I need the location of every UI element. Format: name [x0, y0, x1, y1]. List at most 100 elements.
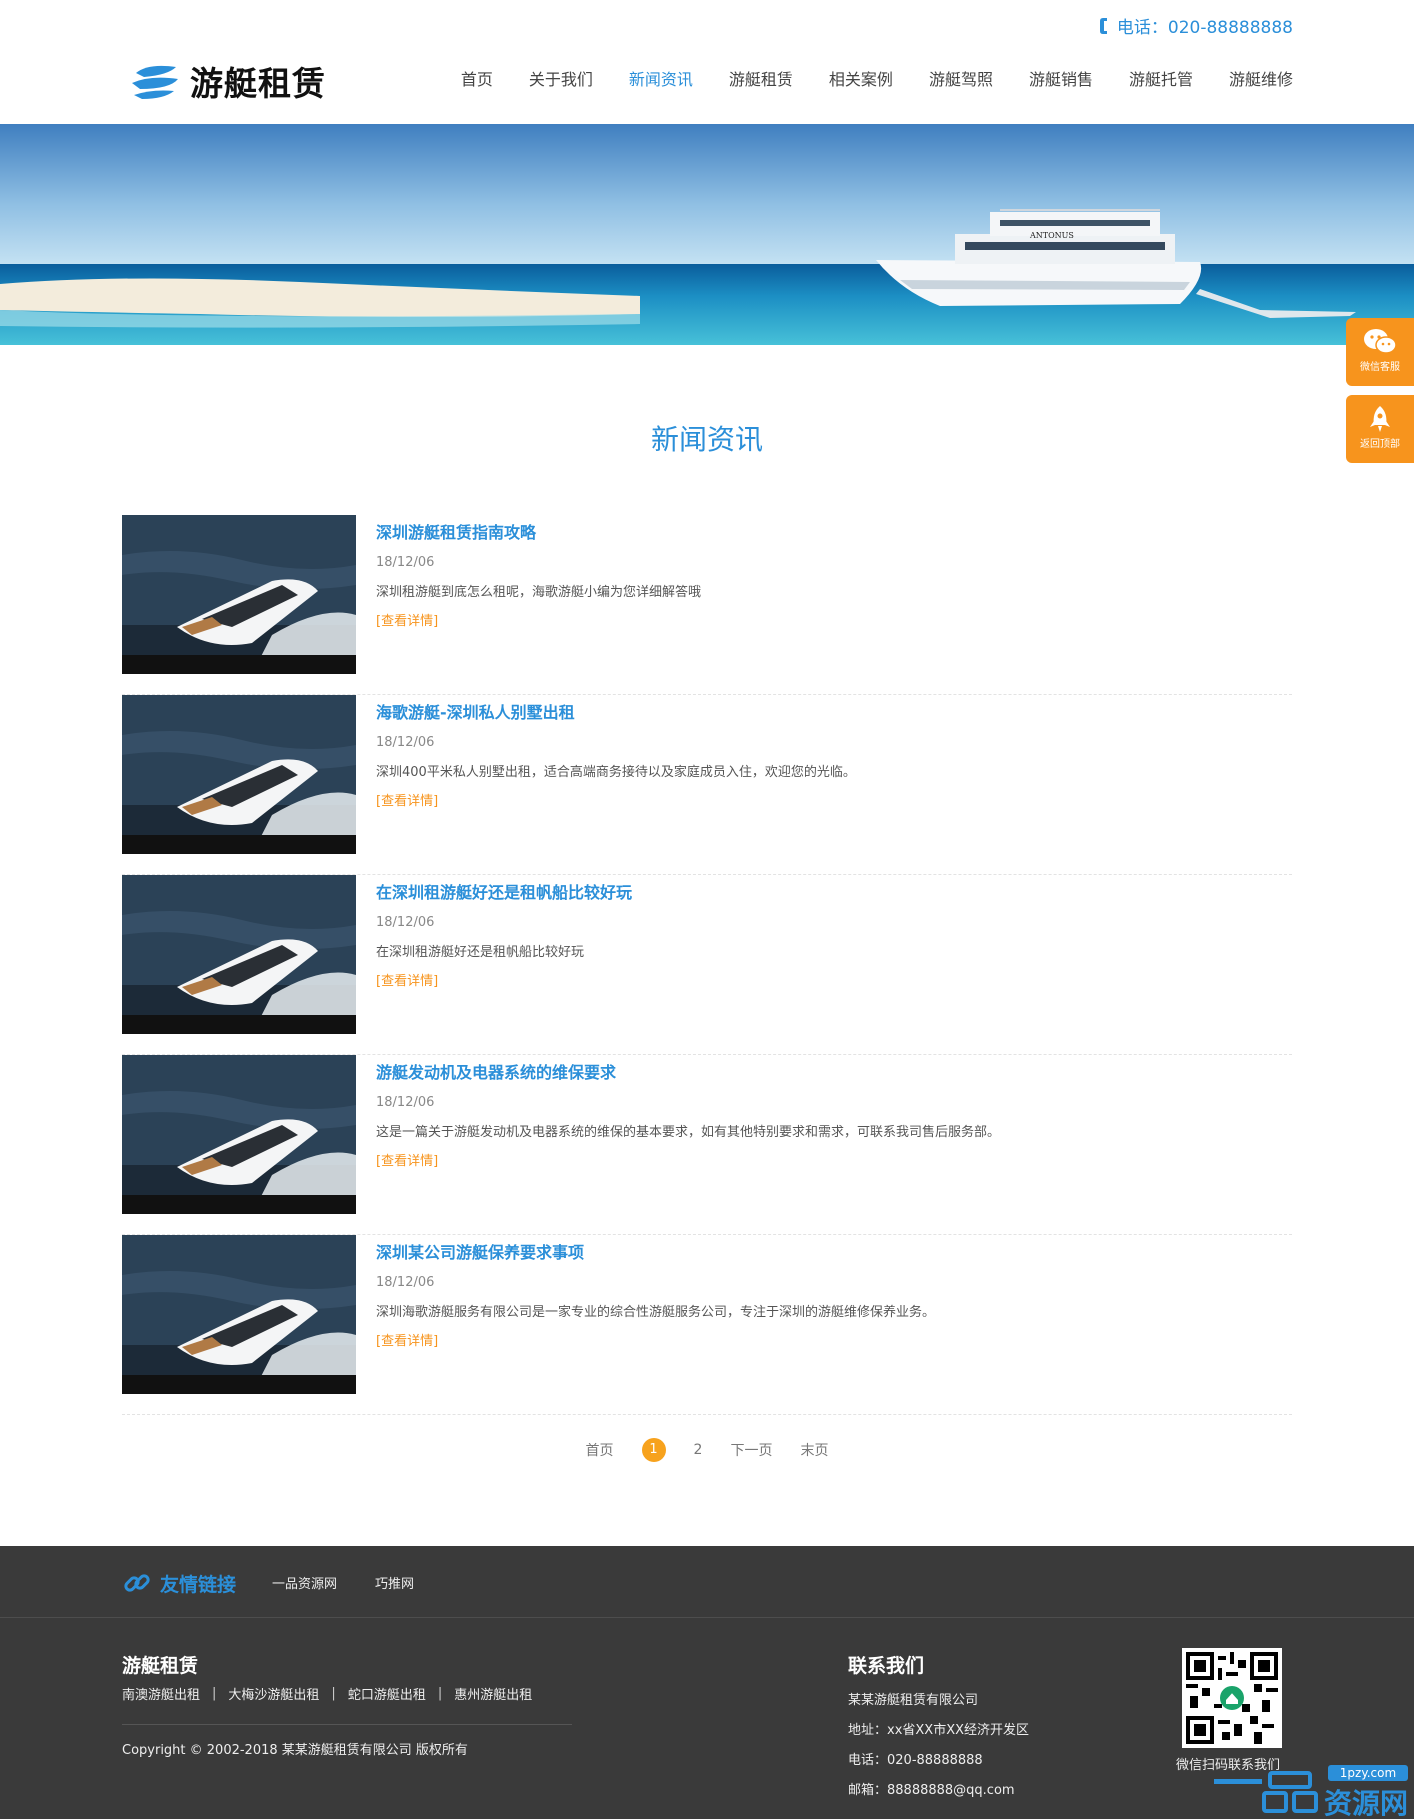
watermark-domain: 1pzy.com: [1340, 1766, 1396, 1780]
friend-links-label: 友情链接: [160, 1573, 237, 1596]
contact-title: 联系我们: [848, 1655, 925, 1677]
nav-item-rental[interactable]: 游艇租赁: [729, 66, 793, 90]
read-more-link[interactable]: [查看详情]: [376, 970, 438, 989]
footer-city-link[interactable]: 惠州游艇出租: [454, 1684, 532, 1703]
news-title-link[interactable]: 游艇发动机及电器系统的维保要求: [376, 1059, 1000, 1083]
page-current[interactable]: 1: [641, 1438, 666, 1462]
read-more-link[interactable]: [查看详情]: [376, 1150, 438, 1169]
friend-links-bar: 友情链接 一品资源网 巧推网: [0, 1546, 1414, 1618]
news-thumbnail[interactable]: [122, 1235, 356, 1394]
phone-icon: [1099, 17, 1107, 34]
news-item: 深圳游艇租赁指南攻略 18/12/06 深圳租游艇到底怎么租呢，海歌游艇小编为您…: [122, 515, 1292, 695]
news-title-link[interactable]: 在深圳租游艇好还是租帆船比较好玩: [376, 879, 632, 903]
read-more-link[interactable]: [查看详情]: [376, 790, 438, 809]
wechat-icon: [1364, 329, 1397, 354]
news-list: 深圳游艇租赁指南攻略 18/12/06 深圳租游艇到底怎么租呢，海歌游艇小编为您…: [122, 515, 1292, 1415]
news-title-link[interactable]: 海歌游艇-深圳私人别墅出租: [376, 699, 856, 723]
news-date: 18/12/06: [376, 915, 435, 930]
news-item: 在深圳租游艇好还是租帆船比较好玩 18/12/06 在深圳租游艇好还是租帆船比较…: [122, 875, 1292, 1055]
nav-item-home[interactable]: 首页: [461, 66, 493, 90]
news-date: 18/12/06: [376, 735, 435, 750]
friend-links-list: 一品资源网 巧推网: [272, 1573, 414, 1592]
nav-item-repair[interactable]: 游艇维修: [1229, 66, 1293, 90]
main-nav: 首页 关于我们 新闻资讯 游艇租赁 相关案例 游艇驾照 游艇销售 游艇托管 游艇…: [425, 66, 1293, 90]
wechat-service-button[interactable]: 微信客服: [1346, 318, 1414, 386]
watermark-text: 资源网: [1324, 1787, 1408, 1819]
yacht-photo: [122, 515, 356, 674]
logo-text: 游艇租赁: [190, 64, 326, 103]
page-next-link[interactable]: 下一页: [730, 1440, 772, 1460]
read-more-link[interactable]: [查看详情]: [376, 610, 438, 629]
yacht-photo: [122, 695, 356, 854]
nav-item-sales[interactable]: 游艇销售: [1029, 66, 1093, 90]
logo-wave-icon: [132, 65, 178, 99]
watermark-logo: 1pzy.com 资源网: [1214, 1765, 1408, 1819]
nav-item-news[interactable]: 新闻资讯: [629, 66, 693, 90]
news-body: 海歌游艇-深圳私人别墅出租 18/12/06 深圳400平米私人别墅出租，适合高…: [376, 699, 856, 809]
footer-separator: |: [437, 1686, 443, 1701]
page-title: 新闻资讯: [650, 423, 763, 456]
news-body: 游艇发动机及电器系统的维保要求 18/12/06 这是一篇关于游艇发动机及电器系…: [376, 1059, 1000, 1169]
news-item: 海歌游艇-深圳私人别墅出租 18/12/06 深圳400平米私人别墅出租，适合高…: [122, 695, 1292, 875]
yacht-photo: [122, 875, 356, 1034]
news-item: 深圳某公司游艇保养要求事项 18/12/06 深圳海歌游艇服务有限公司是一家专业…: [122, 1235, 1292, 1415]
phone-text: 电话：020-88888888: [1116, 18, 1293, 38]
footer-separator: |: [331, 1686, 336, 1701]
page-2-link[interactable]: 2: [694, 1442, 703, 1458]
news-thumbnail[interactable]: [122, 695, 356, 854]
header-phone: 电话：020-88888888: [1099, 13, 1293, 38]
news-date: 18/12/06: [376, 1275, 435, 1290]
nav-item-about[interactable]: 关于我们: [529, 66, 593, 90]
banner-boat-name: ANTONUS: [1029, 231, 1074, 240]
footer-city-link[interactable]: 大梅沙游艇出租: [228, 1684, 319, 1703]
news-date: 18/12/06: [376, 555, 435, 570]
news-summary: 深圳租游艇到底怎么租呢，海歌游艇小编为您详细解答哦: [376, 585, 702, 600]
news-date: 18/12/06: [376, 1095, 435, 1110]
footer-separator: |: [212, 1686, 217, 1701]
read-more-link[interactable]: [查看详情]: [376, 1330, 438, 1349]
footer-brand: 游艇租赁: [122, 1655, 199, 1677]
hero-banner: ANTONUS: [0, 124, 1414, 345]
footer-city-links: 南澳游艇出租 | 大梅沙游艇出租 | 蛇口游艇出租 | 惠州游艇出租: [122, 1684, 532, 1703]
nav-item-cases[interactable]: 相关案例: [829, 66, 893, 90]
news-thumbnail[interactable]: [122, 515, 356, 674]
contact-tel: 电话：020-88888888: [848, 1753, 983, 1768]
news-summary: 深圳400平米私人别墅出租，适合高端商务接待以及家庭成员入住，欢迎您的光临。: [376, 765, 856, 780]
news-title-link[interactable]: 深圳某公司游艇保养要求事项: [376, 1239, 935, 1263]
footer-divider: [122, 1724, 572, 1725]
contact-email: 邮箱：88888888@qq.com: [848, 1783, 1015, 1798]
nav-item-license[interactable]: 游艇驾照: [929, 66, 993, 90]
news-body: 在深圳租游艇好还是租帆船比较好玩 18/12/06 在深圳租游艇好还是租帆船比较…: [376, 879, 632, 989]
qr-code-icon: [1186, 1652, 1278, 1744]
footer-city-link[interactable]: 南澳游艇出租: [122, 1684, 200, 1703]
news-thumbnail[interactable]: [122, 1055, 356, 1214]
banner-image: ANTONUS: [0, 124, 1414, 345]
friend-links-title: 友情链接: [122, 1568, 236, 1598]
footer-city-link[interactable]: 蛇口游艇出租: [348, 1684, 426, 1703]
yacht-photo: [122, 1235, 356, 1394]
news-item: 游艇发动机及电器系统的维保要求 18/12/06 这是一篇关于游艇发动机及电器系…: [122, 1055, 1292, 1235]
contact-address: 地址：xx省XX市XX经济开发区: [848, 1723, 1030, 1738]
footer-copyright: Copyright © 2002-2018 某某游艇租赁有限公司 版权所有: [122, 1743, 468, 1758]
footer-contact: 联系我们 某某游艇租赁有限公司 地址：xx省XX市XX经济开发区 电话：020-…: [848, 1651, 1029, 1806]
site-header: 电话：020-88888888 游艇租赁 首页 关于我们 新闻资讯 游艇租赁 相…: [0, 0, 1414, 124]
friend-link[interactable]: 一品资源网: [272, 1573, 337, 1592]
news-summary: 这是一篇关于游艇发动机及电器系统的维保的基本要求，如有其他特别要求和需求，可联系…: [376, 1125, 1001, 1140]
site-logo[interactable]: 游艇租赁: [130, 57, 326, 105]
page-last-link[interactable]: 末页: [800, 1440, 828, 1460]
news-body: 深圳游艇租赁指南攻略 18/12/06 深圳租游艇到底怎么租呢，海歌游艇小编为您…: [376, 519, 701, 629]
news-title-link[interactable]: 深圳游艇租赁指南攻略: [376, 519, 701, 543]
news-summary: 深圳海歌游艇服务有限公司是一家专业的综合性游艇服务公司，专注于深圳的游艇维修保养…: [376, 1305, 936, 1320]
wechat-service-label: 微信客服: [1360, 362, 1400, 373]
wechat-qr-code: [1182, 1648, 1282, 1748]
news-body: 深圳某公司游艇保养要求事项 18/12/06 深圳海歌游艇服务有限公司是一家专业…: [376, 1239, 935, 1349]
chain-link-icon: [124, 1574, 150, 1592]
friend-link[interactable]: 巧推网: [375, 1573, 414, 1592]
nav-item-custody[interactable]: 游艇托管: [1129, 66, 1193, 90]
page-first-link[interactable]: 首页: [586, 1440, 614, 1460]
news-thumbnail[interactable]: [122, 875, 356, 1034]
contact-company: 某某游艇租赁有限公司: [848, 1693, 979, 1708]
news-summary: 在深圳租游艇好还是租帆船比较好玩: [376, 945, 585, 960]
pagination: 首页 1 2 下一页 末页: [0, 1438, 1414, 1462]
yacht-photo: [122, 1055, 356, 1214]
